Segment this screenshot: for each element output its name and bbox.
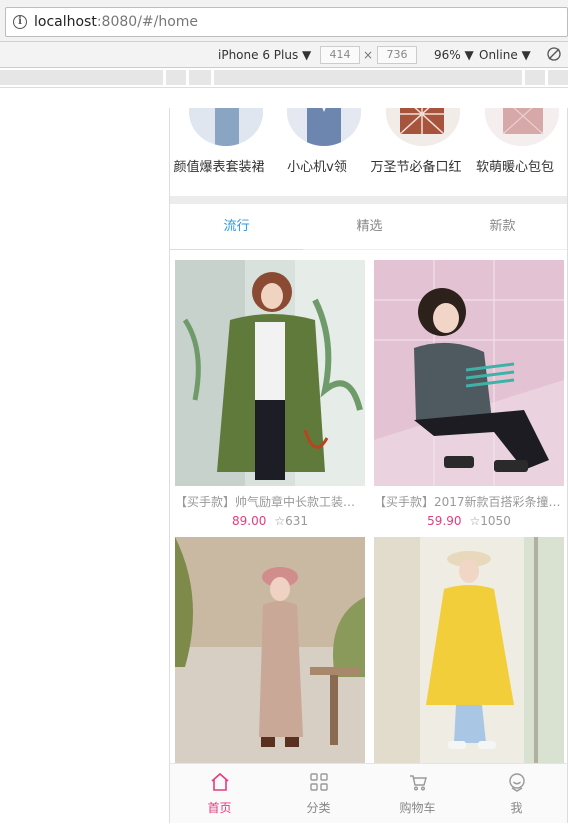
height-input[interactable]: 736 (377, 46, 417, 64)
grid-icon (310, 773, 328, 791)
address-bar[interactable]: i localhost:8080/#/home (5, 7, 568, 37)
bottom-navigation: 首页 分类 购物车 我 (169, 763, 568, 823)
device-toolbar: iPhone 6 Plus ▼ 414 × 736 96% ▼ Online ▼ (0, 42, 568, 68)
ruler-segment[interactable] (166, 70, 186, 85)
category-image (485, 108, 559, 146)
chevron-down-icon: ▼ (521, 48, 531, 62)
ruler-segment[interactable] (214, 70, 522, 85)
product-card[interactable]: 【买手款】2017新款百搭彩条撞色毛衣 59.90 ☆1050 (374, 260, 564, 528)
nav-category-label: 分类 (306, 801, 331, 815)
category-label: 软萌暖心包包 (475, 160, 554, 175)
product-card[interactable]: 【买手款】帅气励章中长款工装字母印花外套 89.00 ☆631 (175, 260, 365, 528)
zoom-value: 96% (434, 48, 461, 62)
ruler-segment[interactable] (0, 70, 163, 85)
category-image (287, 108, 361, 146)
media-query-ruler[interactable] (0, 68, 568, 88)
url-text[interactable]: localhost:8080/#/home (34, 14, 198, 30)
nav-home[interactable]: 首页 (170, 764, 269, 824)
ruler-segment[interactable] (525, 70, 545, 85)
category-label: 小心机v领 (287, 160, 347, 175)
nav-profile[interactable]: 我 (467, 764, 566, 824)
favorite-count[interactable]: ☆631 (274, 514, 308, 528)
tab-bar: 流行 精选 新款 (170, 204, 567, 250)
category-label: 万圣节必备口红 (370, 160, 462, 175)
tab-popular[interactable]: 流行 (170, 204, 303, 250)
cart-icon (410, 775, 427, 791)
product-meta: 59.90 ☆1050 (374, 514, 564, 528)
product-image[interactable] (374, 537, 564, 763)
nav-home-label: 首页 (207, 801, 232, 815)
device-select[interactable]: iPhone 6 Plus ▼ (218, 47, 311, 63)
ruler-segment[interactable] (189, 70, 211, 85)
product-image[interactable] (374, 260, 564, 486)
category-image (386, 108, 460, 146)
section-divider (170, 196, 567, 204)
category-image (189, 108, 263, 146)
url-host: localhost (34, 14, 97, 30)
nav-category[interactable]: 分类 (269, 764, 368, 824)
nav-cart[interactable]: 购物车 (368, 764, 467, 824)
network-value: Online (479, 48, 518, 62)
category-row: 颜值爆表套装裙 小心机v领 万圣节必备口红 软萌暖心包包 (170, 108, 567, 196)
nav-cart-label: 购物车 (399, 801, 436, 815)
info-icon[interactable]: i (13, 15, 27, 29)
product-price: 59.90 (427, 514, 462, 528)
width-input[interactable]: 414 (320, 46, 360, 64)
favorite-count[interactable]: ☆1050 (470, 514, 511, 528)
chevron-down-icon: ▼ (302, 48, 312, 62)
product-meta: 89.00 ☆631 (175, 514, 365, 528)
browser-toolbar: i localhost:8080/#/home (0, 0, 568, 42)
product-image[interactable] (175, 260, 365, 486)
tab-indicator (170, 249, 303, 250)
tab-featured[interactable]: 精选 (303, 204, 436, 250)
product-card[interactable] (175, 537, 365, 763)
zoom-select[interactable]: 96% ▼ (434, 47, 474, 63)
profile-icon (509, 773, 525, 792)
product-card[interactable] (374, 537, 564, 763)
nav-profile-label: 我 (510, 801, 523, 815)
tab-new[interactable]: 新款 (436, 204, 567, 250)
rotate-icon[interactable] (547, 47, 561, 65)
phone-viewport: 颜值爆表套装裙 小心机v领 万圣节必备口红 软萌暖心包包 流行 精选 新款 【买… (169, 108, 568, 823)
product-title[interactable]: 【买手款】帅气励章中长款工装字母印花外套 (175, 493, 365, 510)
home-icon (211, 772, 229, 791)
product-title[interactable]: 【买手款】2017新款百搭彩条撞色毛衣 (374, 493, 564, 510)
category-label: 颜值爆表套装裙 (173, 160, 265, 175)
product-price: 89.00 (231, 514, 267, 528)
ruler-segment[interactable] (548, 70, 568, 85)
times-sign: × (363, 48, 374, 62)
product-image[interactable] (175, 537, 365, 763)
chevron-down-icon: ▼ (464, 48, 474, 62)
device-name: iPhone 6 Plus (218, 48, 299, 62)
url-path: :8080/#/home (96, 14, 199, 30)
network-select[interactable]: Online ▼ (479, 47, 531, 63)
